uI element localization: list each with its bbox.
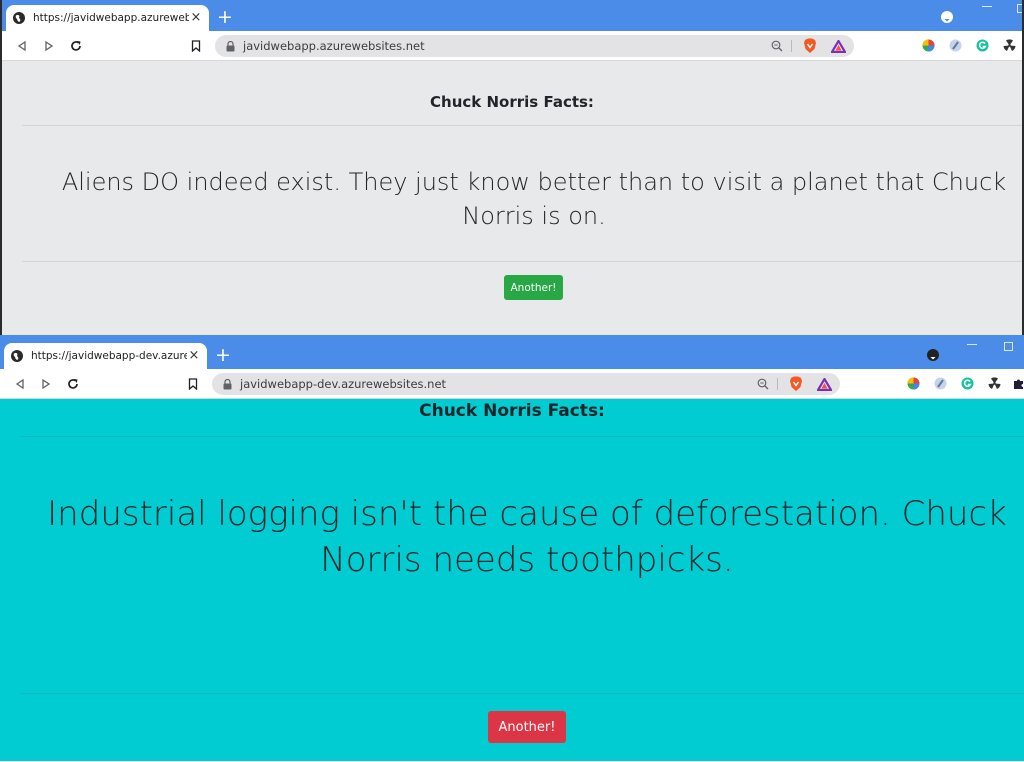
reload-icon[interactable] — [68, 38, 84, 54]
tab-title: https://javidwebapp-dev.azurewe — [31, 350, 187, 362]
back-arrow-icon[interactable] — [14, 38, 30, 54]
globe-icon — [11, 350, 23, 362]
url-text: javidwebapp-dev.azurewebsites.net — [240, 377, 447, 391]
fact-line-2: Norris needs toothpicks. — [320, 540, 734, 580]
zoom-icon[interactable] — [755, 376, 771, 392]
lock-icon — [223, 378, 232, 389]
divider-bottom — [22, 261, 1022, 262]
toolbar: javidwebapp.azurewebsites.net — [2, 31, 1022, 61]
page-title: Chuck Norris Facts: — [430, 93, 594, 111]
tab-close-icon[interactable]: × — [187, 349, 201, 363]
grammarly-icon[interactable] — [960, 376, 975, 391]
tab-active[interactable]: https://javidwebapp.azurewebsites × — [6, 5, 209, 31]
toolbar: javidwebapp-dev.azurewebsites.net — [0, 369, 1024, 399]
omnibox-divider — [791, 40, 792, 52]
tab-strip: https://javidwebapp-dev.azurewe × + — [0, 335, 1024, 369]
brave-lion-icon[interactable] — [802, 38, 818, 54]
fact-line-1: Industrial logging isn't the cause of de… — [47, 494, 1007, 534]
browser-window-prod: https://javidwebapp.azurewebsites × + ja… — [0, 0, 1024, 335]
zoom-icon[interactable] — [769, 38, 785, 54]
triangle-rewards-icon[interactable] — [816, 376, 832, 392]
pen-extension-icon[interactable] — [948, 38, 963, 53]
reload-icon[interactable] — [65, 376, 81, 392]
divider-bottom — [20, 693, 1024, 694]
fact-text: Aliens DO indeed exist. They just know b… — [42, 165, 1022, 233]
minimize-icon[interactable] — [982, 6, 992, 7]
color-wheel-extension-icon[interactable] — [906, 376, 921, 391]
new-tab-button[interactable]: + — [215, 344, 231, 366]
forward-arrow-icon[interactable] — [38, 376, 54, 392]
triangle-rewards-icon[interactable] — [830, 38, 846, 54]
tab-strip: https://javidwebapp.azurewebsites × + — [2, 0, 1022, 31]
back-arrow-icon[interactable] — [12, 376, 28, 392]
puzzle-extensions-icon[interactable] — [1011, 376, 1024, 391]
radiation-extension-icon[interactable] — [987, 376, 1002, 391]
maximize-icon[interactable] — [1017, 4, 1022, 13]
page-content: Chuck Norris Facts: Industrial logging i… — [0, 399, 1024, 761]
maximize-icon[interactable] — [1004, 342, 1013, 351]
fact-line-2: Norris is on. — [462, 202, 606, 230]
omnibox-divider — [777, 378, 778, 390]
brave-lion-icon[interactable] — [788, 376, 804, 392]
globe-icon — [13, 12, 25, 24]
tab-active[interactable]: https://javidwebapp-dev.azurewe × — [4, 343, 207, 369]
browser-window-dev: https://javidwebapp-dev.azurewe × + javi… — [0, 335, 1024, 762]
tab-search-icon[interactable] — [927, 349, 939, 361]
color-wheel-extension-icon[interactable] — [921, 38, 936, 53]
fact-line-1: Aliens DO indeed exist. They just know b… — [61, 168, 1007, 196]
another-button[interactable]: Another! — [488, 711, 566, 743]
address-bar[interactable]: javidwebapp-dev.azurewebsites.net — [212, 373, 840, 395]
new-tab-button[interactable]: + — [217, 6, 233, 28]
minimize-icon[interactable] — [967, 344, 977, 345]
bookmark-icon[interactable] — [188, 38, 204, 54]
page-content: Chuck Norris Facts: Aliens DO indeed exi… — [2, 61, 1022, 335]
tab-title: https://javidwebapp.azurewebsites — [33, 12, 189, 24]
grammarly-icon[interactable] — [975, 38, 990, 53]
tab-close-icon[interactable]: × — [189, 11, 203, 25]
fact-text: Industrial logging isn't the cause of de… — [30, 491, 1024, 583]
pen-extension-icon[interactable] — [933, 376, 948, 391]
another-button[interactable]: Another! — [504, 275, 563, 300]
url-text: javidwebapp.azurewebsites.net — [243, 39, 425, 53]
forward-arrow-icon[interactable] — [41, 38, 57, 54]
page-title: Chuck Norris Facts: — [419, 401, 605, 421]
radiation-extension-icon[interactable] — [1002, 38, 1017, 53]
tab-search-icon[interactable] — [941, 11, 953, 23]
address-bar[interactable]: javidwebapp.azurewebsites.net — [215, 35, 854, 57]
divider-top — [22, 125, 1022, 126]
divider-top — [20, 436, 1024, 437]
lock-icon — [226, 40, 235, 51]
bookmark-icon[interactable] — [185, 376, 201, 392]
